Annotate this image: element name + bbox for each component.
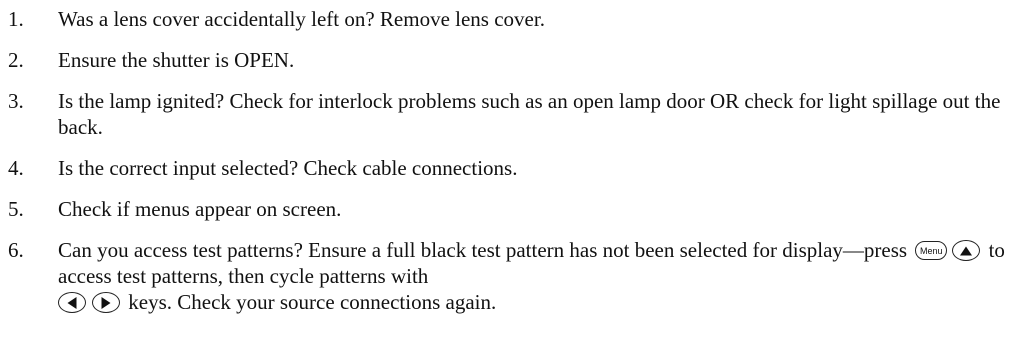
left-arrow-key-icon: [58, 292, 86, 314]
list-item-number: 1.: [8, 7, 24, 31]
list-item-text: Was a lens cover accidentally left on? R…: [58, 7, 545, 31]
list-item-text: Is the correct input selected? Check cab…: [58, 156, 518, 180]
list-item: 1. Was a lens cover accidentally left on…: [0, 6, 1024, 32]
list-item-number: 6.: [8, 238, 24, 262]
list-item-number: 3.: [8, 89, 24, 113]
list-item-number: 2.: [8, 48, 24, 72]
up-arrow-key-icon: [952, 240, 981, 262]
list-item: 6. Can you access test patterns? Ensure …: [0, 237, 1024, 315]
menu-key-label: Menu: [920, 246, 943, 257]
list-item: 4. Is the correct input selected? Check …: [0, 155, 1024, 181]
list-item-text-c: keys. Check your source connections agai…: [128, 290, 497, 314]
list-item: 3. Is the lamp ignited? Check for interl…: [0, 88, 1024, 140]
list-item: 5. Check if menus appear on screen.: [0, 196, 1024, 222]
list-item-number: 4.: [8, 156, 24, 180]
menu-key-icon: Menu: [915, 241, 948, 261]
list-item: 2. Ensure the shutter is OPEN.: [0, 47, 1024, 73]
list-item-text: Check if menus appear on screen.: [58, 197, 342, 221]
right-arrow-key-icon: [92, 292, 120, 314]
troubleshooting-list: 1. Was a lens cover accidentally left on…: [0, 6, 1024, 315]
list-item-number: 5.: [8, 197, 24, 221]
list-item-text-a: Can you access test patterns? Ensure a f…: [58, 238, 908, 262]
list-item-text: Ensure the shutter is OPEN.: [58, 48, 295, 72]
list-item-text: Is the lamp ignited? Check for interlock…: [58, 89, 1001, 139]
